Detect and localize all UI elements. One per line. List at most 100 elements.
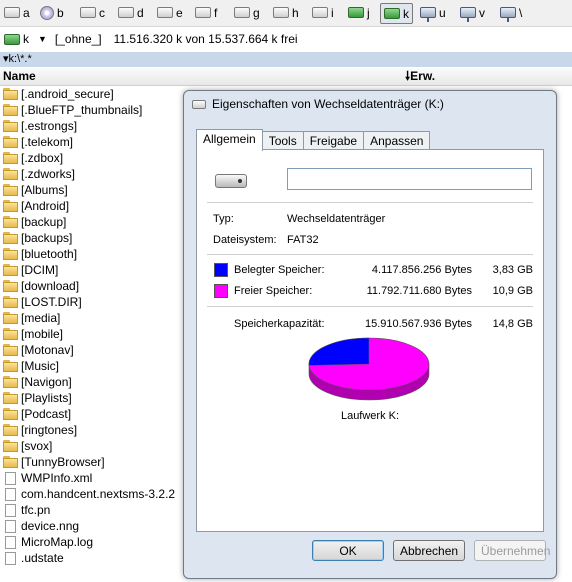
capacity-label: Speicherkapazität: xyxy=(234,318,325,330)
list-item[interactable]: [.zdworks] xyxy=(0,166,190,182)
list-item[interactable]: [.estrongs] xyxy=(0,118,190,134)
file-name: [backups] xyxy=(21,231,73,245)
folder-icon xyxy=(3,312,18,324)
cd-drive-icon xyxy=(40,5,54,20)
list-item[interactable]: [Podcast] xyxy=(0,406,190,422)
ok-button[interactable]: OK xyxy=(312,540,384,561)
removable-drive-icon xyxy=(215,174,247,188)
file-name: [svox] xyxy=(21,439,53,453)
list-item[interactable]: [download] xyxy=(0,278,190,294)
file-name: [Music] xyxy=(21,359,60,373)
cancel-button[interactable]: Abbrechen xyxy=(393,540,465,561)
file-name: [backup] xyxy=(21,215,67,229)
list-item[interactable]: [.android_secure] xyxy=(0,86,190,102)
list-item[interactable]: [Navigon] xyxy=(0,374,190,390)
file-name: [.android_secure] xyxy=(21,87,114,101)
drive-button-j[interactable]: j xyxy=(348,3,370,22)
list-item[interactable]: tfc.pn xyxy=(0,502,190,518)
list-item[interactable]: [.zdbox] xyxy=(0,150,190,166)
drive-letter: v xyxy=(479,5,485,20)
divider xyxy=(207,202,533,203)
drive-button-k[interactable]: k xyxy=(380,3,413,24)
used-label: Belegter Speicher: xyxy=(234,264,325,276)
drive-button-d[interactable]: d xyxy=(118,3,144,22)
list-item[interactable]: [LOST.DIR] xyxy=(0,294,190,310)
folder-icon xyxy=(3,184,18,196)
drive-button-root[interactable]: \ xyxy=(500,3,522,22)
folder-icon xyxy=(3,360,18,372)
list-item[interactable]: [.telekom] xyxy=(0,134,190,150)
list-item[interactable]: WMPInfo.xml xyxy=(0,470,190,486)
list-item[interactable]: [Music] xyxy=(0,358,190,374)
column-ext[interactable]: 🠗Erw. xyxy=(405,68,435,85)
list-item[interactable]: [Motonav] xyxy=(0,342,190,358)
path-bar[interactable]: ▾k:\*.* xyxy=(0,52,572,67)
free-color-swatch xyxy=(214,284,228,298)
drive-letter: g xyxy=(253,5,260,20)
list-item[interactable]: [.BlueFTP_thumbnails] xyxy=(0,102,190,118)
tab-tools[interactable]: Tools xyxy=(261,131,304,151)
list-item[interactable]: [TunnyBrowser] xyxy=(0,454,190,470)
tab-anpassen[interactable]: Anpassen xyxy=(363,131,431,151)
column-name[interactable]: Name xyxy=(3,68,36,85)
usage-pie-chart xyxy=(308,337,430,401)
tab-allgemein[interactable]: Allgemein xyxy=(196,129,263,151)
list-item[interactable]: [Playlists] xyxy=(0,390,190,406)
list-item[interactable]: [mobile] xyxy=(0,326,190,342)
folder-icon xyxy=(3,104,18,116)
file-name: [Motonav] xyxy=(21,343,74,357)
general-panel: Typ: Wechseldatenträger Dateisystem: FAT… xyxy=(196,149,544,532)
folder-icon xyxy=(3,168,18,180)
list-item[interactable]: [backup] xyxy=(0,214,190,230)
drive-letter: c xyxy=(99,5,105,20)
folder-icon xyxy=(3,408,18,420)
file-name: .udstate xyxy=(21,551,64,565)
drive-letter: e xyxy=(176,5,183,20)
list-item[interactable]: [DCIM] xyxy=(0,262,190,278)
file-name: [Android] xyxy=(21,199,70,213)
apply-button[interactable]: Übernehmen xyxy=(474,540,550,561)
drive-button-a[interactable]: a xyxy=(4,3,30,22)
drive-name-input[interactable] xyxy=(287,168,532,190)
list-item[interactable]: [media] xyxy=(0,310,190,326)
type-label: Typ: xyxy=(213,213,234,225)
drive-button-h[interactable]: h xyxy=(273,3,299,22)
list-item[interactable]: MicroMap.log xyxy=(0,534,190,550)
network-drive-icon xyxy=(460,7,476,22)
drive-button-u[interactable]: u xyxy=(420,3,446,22)
chevron-down-icon[interactable]: ▼ xyxy=(38,34,47,44)
list-item[interactable]: [Android] xyxy=(0,198,190,214)
folder-icon xyxy=(3,344,18,356)
drive-info-row: k ▼ [_ohne_] 11.516.320 k von 15.537.664… xyxy=(0,28,572,50)
drive-button-f[interactable]: f xyxy=(195,3,217,22)
file-name: [Albums] xyxy=(21,183,68,197)
drive-button-c[interactable]: c xyxy=(80,3,105,22)
tab-freigabe[interactable]: Freigabe xyxy=(302,131,365,151)
file-name: WMPInfo.xml xyxy=(21,471,93,485)
divider xyxy=(207,306,533,307)
drive-selector[interactable]: k ▼ xyxy=(4,32,47,46)
drive-button-v[interactable]: v xyxy=(460,3,485,22)
usb-drive-icon xyxy=(4,33,20,45)
file-name: [LOST.DIR] xyxy=(21,295,82,309)
hard-drive-icon xyxy=(312,7,328,18)
list-item[interactable]: .udstate xyxy=(0,550,190,566)
file-name: tfc.pn xyxy=(21,503,51,517)
drive-button-i[interactable]: i xyxy=(312,3,334,22)
free-label: Freier Speicher: xyxy=(234,285,313,297)
list-item[interactable]: [Albums] xyxy=(0,182,190,198)
folder-icon xyxy=(3,440,18,452)
list-item[interactable]: [ringtones] xyxy=(0,422,190,438)
list-item[interactable]: [bluetooth] xyxy=(0,246,190,262)
drive-button-e[interactable]: e xyxy=(157,3,183,22)
drive-button-b[interactable]: b xyxy=(40,3,64,22)
file-name: [.zdbox] xyxy=(21,151,64,165)
list-item[interactable]: com.handcent.nextsms-3.2.2 xyxy=(0,486,190,502)
list-item[interactable]: [backups] xyxy=(0,230,190,246)
drive-button-g[interactable]: g xyxy=(234,3,260,22)
folder-icon xyxy=(3,456,18,468)
file-name: [Navigon] xyxy=(21,375,72,389)
list-item[interactable]: [svox] xyxy=(0,438,190,454)
list-item[interactable]: device.nng xyxy=(0,518,190,534)
dialog-titlebar[interactable]: Eigenschaften von Wechseldatenträger (K:… xyxy=(192,97,444,111)
